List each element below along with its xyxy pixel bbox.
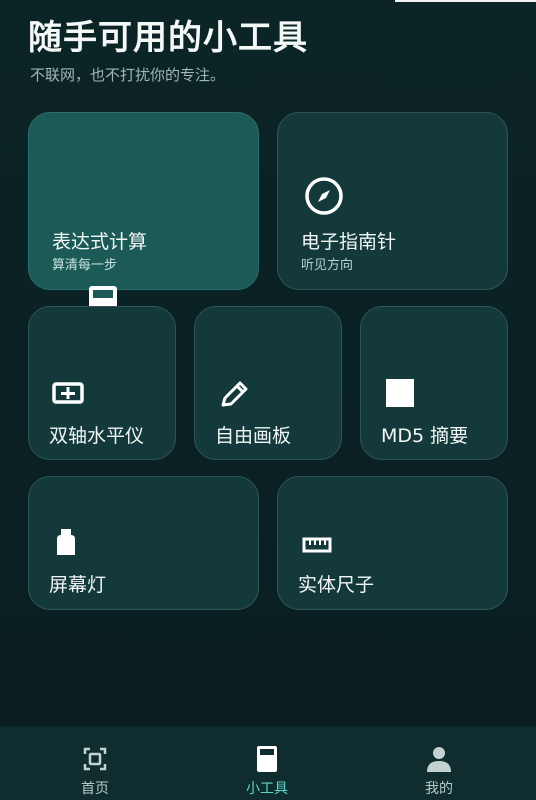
- calculator-sublabel: 算清每一步: [52, 258, 118, 273]
- level-icon: [52, 382, 84, 404]
- calculator-icon: [257, 746, 277, 772]
- bottom-navigation: 首页 小工具 我的: [0, 726, 536, 800]
- nav-label-profile: 我的: [425, 781, 453, 797]
- tool-card-ruler[interactable]: 实体尺子: [277, 476, 508, 610]
- nav-label-home: 首页: [81, 781, 109, 797]
- page-subtitle: 不联网，也不打扰你的专注。: [30, 66, 226, 84]
- compass-icon: [305, 177, 343, 215]
- tool-card-drawing[interactable]: 自由画板: [194, 306, 342, 460]
- scan-frame-icon: [83, 747, 107, 771]
- tools-page: 随手可用的小工具 不联网，也不打扰你的专注。 表达式计算 算清每一步 电子指南针…: [0, 0, 536, 800]
- tool-card-level[interactable]: 双轴水平仪: [28, 306, 176, 460]
- pencil-icon: [221, 381, 248, 407]
- top-edge-bar: [395, 0, 536, 2]
- tool-card-md5[interactable]: MD5 摘要: [360, 306, 508, 460]
- ruler-label: 实体尺子: [298, 574, 375, 596]
- compass-label: 电子指南针: [301, 231, 397, 253]
- nav-item-tools[interactable]: 小工具: [178, 726, 356, 800]
- square-icon: [386, 379, 414, 407]
- nav-item-home[interactable]: 首页: [6, 726, 184, 800]
- tool-card-flashlight[interactable]: 屏幕灯: [28, 476, 259, 610]
- compass-sublabel: 听见方向: [301, 258, 354, 273]
- drawing-label: 自由画板: [215, 425, 292, 447]
- nav-item-profile[interactable]: 我的: [350, 726, 528, 800]
- tool-card-compass[interactable]: 电子指南针 听见方向: [277, 112, 508, 290]
- level-label: 双轴水平仪: [49, 425, 145, 447]
- lamp-icon: [57, 529, 75, 555]
- person-icon: [427, 747, 451, 772]
- page-title: 随手可用的小工具: [28, 18, 308, 58]
- calculator-label: 表达式计算: [52, 231, 148, 253]
- nav-label-tools: 小工具: [246, 781, 288, 797]
- tool-card-calculator[interactable]: 表达式计算 算清每一步: [28, 112, 259, 322]
- ruler-icon: [302, 537, 332, 553]
- flashlight-label: 屏幕灯: [49, 574, 107, 596]
- md5-label: MD5 摘要: [381, 425, 469, 447]
